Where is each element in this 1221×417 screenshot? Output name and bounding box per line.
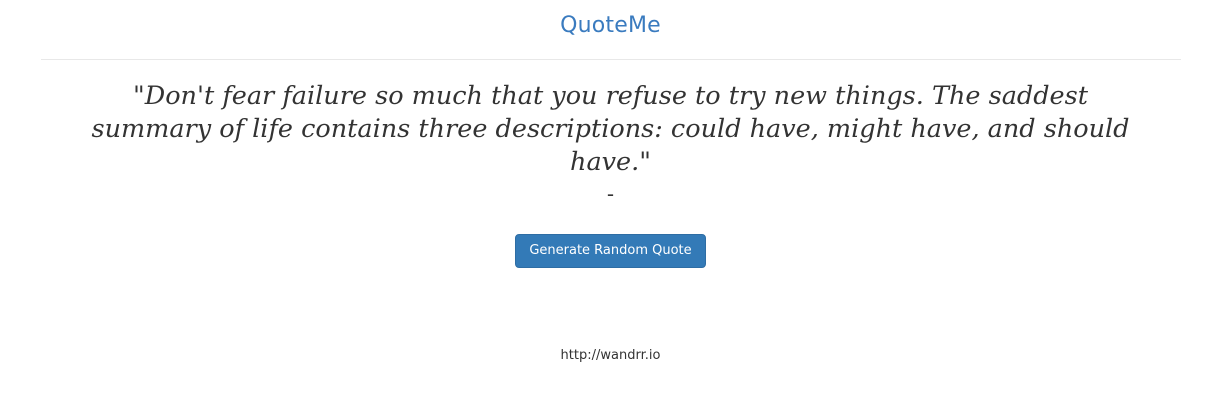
quote-author: - (606, 182, 615, 206)
quote-text: "Don't fear failure so much that you ref… (91, 81, 1130, 177)
brand-link[interactable]: QuoteMe (560, 13, 661, 38)
footer-link[interactable]: http://wandrr.io (561, 348, 661, 363)
quote-container: "Don't fear failure so much that you ref… (41, 80, 1181, 206)
button-row: Generate Random Quote (0, 234, 1221, 268)
generate-quote-button[interactable]: Generate Random Quote (515, 234, 706, 268)
navbar: QuoteMe (40, 0, 1181, 60)
footer: http://wandrr.io (0, 348, 1221, 363)
